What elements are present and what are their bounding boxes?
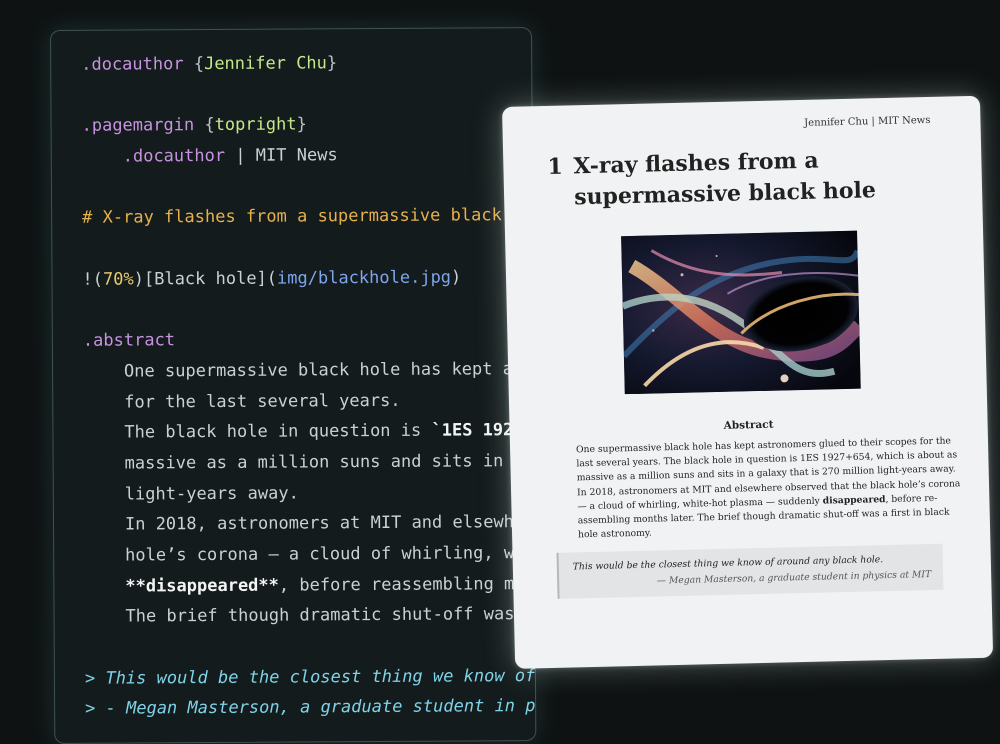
code-token: } <box>326 53 338 74</box>
code-token: | MIT News <box>225 145 338 166</box>
abstract-body: One supermassive black hole has kept ast… <box>576 435 961 543</box>
code-token: The black hole in question is <box>83 420 432 444</box>
code-token: } <box>296 114 307 135</box>
code-token: .docauthor <box>81 54 184 75</box>
code-token: hole’s corona — a cloud of whirling, whi… <box>125 543 536 566</box>
code-line[interactable]: **disappeared**, before reassembling mon… <box>84 568 536 602</box>
code-line[interactable]: !(70%)[Black hole](img/blackhole.jpg) <box>82 261 536 295</box>
code-line[interactable]: > - Megan Masterson, a graduate student … <box>85 691 536 725</box>
code-token: > - Megan Masterson, a graduate student … <box>85 696 537 720</box>
black-hole-image <box>621 230 861 395</box>
code-line[interactable]: .docauthor | MIT News <box>82 138 537 172</box>
code-token: massive as a million suns and sits in a … <box>124 451 537 474</box>
code-token: img/blackhole.jpg <box>276 267 452 289</box>
abstract-heading: Abstract <box>723 418 774 432</box>
code-token: .abstract <box>82 330 176 351</box>
code-line[interactable] <box>85 629 537 663</box>
black-hole-illustration <box>621 230 861 395</box>
code-line[interactable]: hole’s corona — a cloud of whirling, whi… <box>84 537 536 571</box>
code-token: 70% <box>102 269 134 290</box>
code-line[interactable]: One supermassive black hole has kept ast… <box>83 353 536 387</box>
section-number: 1 <box>547 153 564 180</box>
code-token: for the last several years. <box>83 390 401 413</box>
code-line[interactable]: light-years away. <box>84 476 537 510</box>
code-token: , before reassembling months <box>278 573 537 596</box>
document-title: 1 X-ray flashes from a supermassive blac… <box>547 143 948 214</box>
code-line[interactable]: .docauthor {Jennifer Chu} <box>81 46 536 80</box>
code-line[interactable]: for the last several years. <box>83 384 536 418</box>
code-line[interactable]: .pagemargin {topright} <box>81 108 536 142</box>
code-line[interactable] <box>82 230 536 264</box>
code-token: !( <box>82 269 104 290</box>
code-token: .docauthor <box>81 145 226 167</box>
code-token: In 2018, astronomers at MIT and elsewher… <box>124 512 537 535</box>
code-token: # X-ray flashes from a supermassive blac… <box>82 205 537 229</box>
code-token: > This would be the closest thing we kno… <box>84 665 536 689</box>
quote-text: This would be the closest thing we know … <box>572 554 884 573</box>
code-token: { <box>183 54 205 75</box>
code-token: ) <box>450 267 462 288</box>
code-line[interactable]: .abstract <box>83 322 537 356</box>
abstract-text: , before re- <box>885 492 938 505</box>
code-line[interactable]: # X-ray flashes from a supermassive blac… <box>82 200 536 234</box>
code-token: topright <box>214 114 297 136</box>
code-line[interactable]: The black hole in question is `1ES 1927+… <box>83 414 536 448</box>
code-line[interactable] <box>82 169 536 203</box>
code-line[interactable]: massive as a million suns and sits in a … <box>84 445 537 479</box>
code-token: **disappeared** <box>84 575 279 597</box>
code-token: Jennifer Chu <box>203 53 327 75</box>
code-token: .pagemargin <box>81 115 195 137</box>
quote-attribution: — Megan Masterson, a graduate student in… <box>656 569 932 587</box>
running-header: Jennifer Chu | MIT News <box>804 114 931 129</box>
blockquote: This would be the closest thing we know … <box>556 543 944 599</box>
code-token: light-years away. <box>83 483 299 505</box>
code-line[interactable]: > This would be the closest thing we kno… <box>85 660 536 694</box>
code-editor-panel[interactable]: .docauthor {Jennifer Chu} .pagemargin {to… <box>50 27 537 744</box>
abstract-text: hole astronomy. <box>577 527 652 541</box>
code-line[interactable] <box>81 77 536 111</box>
code-token: { <box>194 115 215 136</box>
code-token: )[Black hole]( <box>133 268 278 290</box>
code-token: One supermassive black hole has kept ast… <box>123 358 536 382</box>
code-line[interactable]: The brief though dramatic shut-off was a… <box>84 599 536 633</box>
document-preview: Jennifer Chu | MIT News 1 X-ray flashes … <box>502 95 994 669</box>
code-token: The brief though dramatic shut-off was a… <box>125 604 535 627</box>
section-title: X-ray flashes from a supermassive black … <box>573 147 877 211</box>
code-line[interactable]: In 2018, astronomers at MIT and elsewher… <box>84 506 536 540</box>
code-line[interactable] <box>83 292 537 326</box>
abstract-bold-text: disappeared <box>822 493 886 507</box>
code-editor-text[interactable]: .docauthor {Jennifer Chu} .pagemargin {to… <box>81 46 536 725</box>
